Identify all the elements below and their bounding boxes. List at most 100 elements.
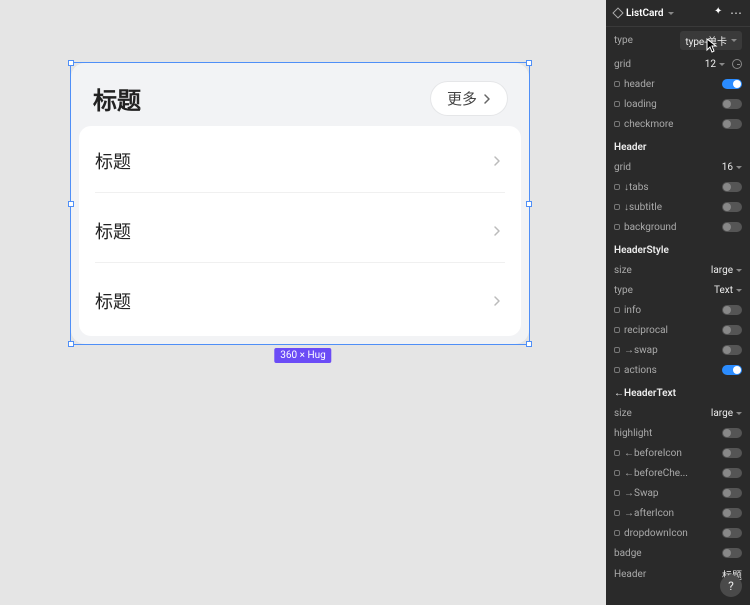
toggle-tabs[interactable] (722, 182, 742, 192)
chevron-down-icon (719, 63, 725, 66)
toggle-switch[interactable] (722, 325, 742, 335)
toggle-switch[interactable] (722, 202, 742, 212)
toggle-switch[interactable] (722, 99, 742, 109)
chevron-down-icon (736, 269, 742, 272)
prop-label: →Swap (614, 488, 659, 499)
toggle-loading[interactable] (722, 99, 742, 109)
help-button[interactable]: ? (720, 575, 742, 597)
resize-handle[interactable] (68, 341, 74, 347)
prop-highlight: highlight (606, 423, 750, 443)
toggle-switch[interactable] (722, 222, 742, 232)
link-icon (614, 490, 620, 496)
link-icon (614, 204, 620, 210)
more-options-icon[interactable] (730, 6, 742, 20)
toggle-beforeChe[interactable] (722, 468, 742, 478)
toggle-subtitle[interactable] (722, 202, 742, 212)
prop-label: grid (614, 59, 631, 70)
toggle-switch[interactable] (722, 548, 742, 558)
dimension-badge: 360 × Hug (274, 348, 331, 363)
prop-label: badge (614, 548, 642, 559)
prop-swap: →swap (606, 340, 750, 360)
prop-label: background (614, 222, 677, 233)
prop-label: ↓tabs (614, 182, 649, 193)
prop-label: type (614, 285, 633, 296)
toggle-info[interactable] (722, 305, 742, 315)
toggle-badge[interactable] (722, 548, 742, 558)
resize-handle[interactable] (68, 201, 74, 207)
prop-afterIcon: →afterIcon (606, 503, 750, 523)
panel-header: ListCard (606, 0, 750, 27)
toggle-checkmore[interactable] (722, 119, 742, 129)
toggle-switch[interactable] (722, 119, 742, 129)
prop-reciprocal: reciprocal (606, 320, 750, 340)
select-type[interactable]: type-单卡 (680, 31, 742, 50)
toggle-switch[interactable] (722, 528, 742, 538)
toggle-switch[interactable] (722, 305, 742, 315)
toggle-header[interactable] (722, 79, 742, 89)
chevron-down-icon (736, 166, 742, 169)
chevron-down-icon[interactable] (668, 12, 674, 15)
toggle-switch[interactable] (722, 448, 742, 458)
prop-ht_size: size large (606, 403, 750, 423)
prop-label: type (614, 35, 633, 46)
prop-beforeChe: ←beforeChe... (606, 463, 750, 483)
select-hs_type[interactable]: Text (714, 285, 742, 296)
prop-label: ←beforeIcon (614, 448, 682, 459)
toggle-switch[interactable] (722, 468, 742, 478)
select-hs_size[interactable]: large (711, 265, 742, 276)
resize-handle[interactable] (526, 341, 532, 347)
link-icon (614, 510, 620, 516)
design-canvas[interactable]: 标题 更多 标题 标题 标题 (0, 0, 606, 605)
prop-label: ↓subtitle (614, 202, 662, 213)
toggle-highlight[interactable] (722, 428, 742, 438)
prop-label: size (614, 408, 632, 419)
prop-badge: badge (606, 543, 750, 563)
toggle-switch[interactable] (722, 182, 742, 192)
chevron-down-icon (736, 289, 742, 292)
prop-info: info (606, 300, 750, 320)
prop-label: Header (614, 569, 646, 580)
prop-beforeIcon: ←beforeIcon (606, 443, 750, 463)
select-ht_size[interactable]: large (711, 408, 742, 419)
prop-label: size (614, 265, 632, 276)
prop-label: checkmore (614, 119, 673, 130)
prop-tabs: ↓tabs (606, 177, 750, 197)
prop-subtitle: ↓subtitle (606, 197, 750, 217)
link-icon (614, 367, 620, 373)
toggle-switch[interactable] (722, 508, 742, 518)
resize-handle[interactable] (526, 60, 532, 66)
resize-handle[interactable] (526, 201, 532, 207)
chevron-down-icon (736, 412, 742, 415)
section-header: ←HeaderText (606, 380, 750, 403)
prop-loading: loading (606, 94, 750, 114)
properties-panel[interactable]: ListCard typetype-单卡grid12headerloadingc… (606, 0, 750, 605)
link-icon (614, 101, 620, 107)
clock-icon[interactable] (732, 59, 742, 69)
section-header: HeaderStyle (606, 237, 750, 260)
toggle-background[interactable] (722, 222, 742, 232)
toggle-switch[interactable] (722, 428, 742, 438)
toggle-afterIcon[interactable] (722, 508, 742, 518)
toggle-actions[interactable] (722, 365, 742, 375)
prop-hs_type: type Text (606, 280, 750, 300)
link-icon (614, 121, 620, 127)
prop-checkmore: checkmore (606, 114, 750, 134)
resize-handle[interactable] (68, 60, 74, 66)
toggle-Swap[interactable] (722, 488, 742, 498)
prop-type: type type-单卡 (606, 27, 750, 54)
sparkle-icon[interactable] (714, 8, 724, 18)
toggle-swap[interactable] (722, 345, 742, 355)
select-grid[interactable]: 12 (705, 59, 742, 70)
prop-label: loading (614, 99, 657, 110)
toggle-switch[interactable] (722, 345, 742, 355)
toggle-dropdownIcon[interactable] (722, 528, 742, 538)
component-name[interactable]: ListCard (626, 8, 664, 19)
prop-label: grid (614, 162, 631, 173)
select-h_grid[interactable]: 16 (722, 162, 742, 173)
toggle-reciprocal[interactable] (722, 325, 742, 335)
toggle-beforeIcon[interactable] (722, 448, 742, 458)
prop-label: ←beforeChe... (614, 468, 688, 479)
toggle-switch[interactable] (722, 79, 742, 89)
toggle-switch[interactable] (722, 365, 742, 375)
toggle-switch[interactable] (722, 488, 742, 498)
